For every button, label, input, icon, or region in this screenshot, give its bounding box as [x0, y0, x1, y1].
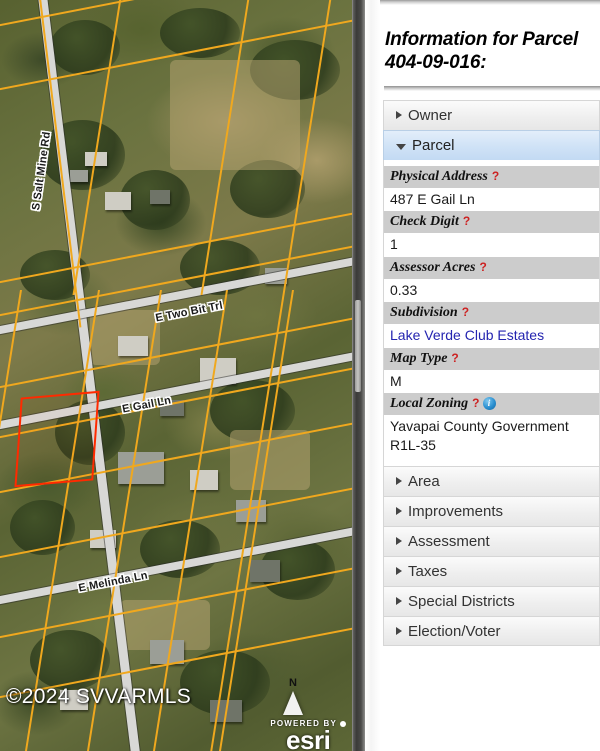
building-footprint [70, 170, 88, 182]
building-footprint [250, 560, 280, 582]
field-label-map-type: Map Type? [384, 347, 599, 370]
panel-top-shadow [380, 0, 600, 5]
accordion-label-area: Area [408, 472, 440, 490]
field-value-map-type: M [390, 372, 402, 389]
chevron-right-icon [396, 476, 402, 485]
field-value-check-digit: 1 [390, 236, 398, 253]
chevron-right-icon [396, 506, 402, 515]
page-title: Information for Parcel 404-09-016: [385, 29, 579, 74]
help-icon[interactable]: ? [479, 259, 486, 276]
esri-logo-text: esri [286, 725, 331, 751]
building-footprint [118, 336, 148, 356]
chevron-right-icon [396, 536, 402, 545]
panel-gutter [365, 0, 380, 751]
north-arrow-label: N [289, 677, 297, 689]
accordion-header-area[interactable]: Area [383, 465, 600, 496]
north-arrow-icon: N [280, 673, 306, 715]
aerial-map-pane[interactable]: S Salt Mine Rd E Two Bit Trl E Gail Ln E… [0, 0, 352, 751]
accordion-header-taxes[interactable]: Taxes [383, 555, 600, 586]
field-label-local-zoning: Local Zoning? i [384, 393, 599, 416]
scrollbar-thumb[interactable] [355, 300, 361, 392]
label-text: Subdivision [390, 305, 458, 321]
parcel-information-panel: Information for Parcel 404-09-016: Owner… [380, 0, 600, 751]
accordion-label-assessment: Assessment [408, 532, 490, 550]
accordion-header-parcel[interactable]: Parcel [383, 130, 600, 160]
help-icon[interactable]: ? [462, 304, 469, 321]
esri-dot-icon [340, 721, 346, 728]
accordion-header-improvements[interactable]: Improvements [383, 495, 600, 526]
help-icon[interactable]: ? [463, 213, 470, 230]
title-underline-divider [384, 86, 600, 91]
field-value-assessor-acres: 0.33 [390, 281, 418, 298]
label-text: Assessor Acres [390, 259, 476, 275]
chevron-right-icon [396, 626, 402, 635]
esri-attribution-badge[interactable]: POWERED BY esri [270, 719, 346, 751]
chevron-right-icon [396, 566, 402, 575]
north-arrow-triangle [283, 691, 303, 715]
field-label-physical-address: Physical Address? [384, 166, 599, 188]
info-link-icon[interactable]: i [482, 396, 496, 410]
accordion-header-owner[interactable]: Owner [383, 100, 600, 130]
accordion-body-parcel: Physical Address? 487 E Gail Ln Check Di… [383, 160, 600, 466]
chevron-right-icon [396, 596, 402, 605]
field-label-check-digit: Check Digit? [384, 211, 599, 234]
label-text: Map Type [390, 350, 448, 366]
accordion-label-owner: Owner [408, 107, 453, 124]
help-icon[interactable]: ? [451, 350, 458, 367]
label-text: Check Digit [390, 214, 459, 230]
accordion-label-taxes: Taxes [408, 562, 448, 580]
help-icon[interactable]: ? [472, 395, 479, 412]
field-value-physical-address: 487 E Gail Ln [390, 190, 475, 207]
field-value-local-zoning: Yavapai County Government R1L-35 [390, 418, 569, 453]
label-text: Physical Address [390, 169, 488, 184]
accordion-label-special-districts: Special Districts [408, 592, 515, 610]
parcel-accordion: Owner Parcel Physical Address? 487 E Gai… [383, 100, 600, 646]
help-icon[interactable]: ? [492, 168, 499, 185]
map-vertical-scrollbar[interactable] [352, 0, 365, 751]
field-value-subdivision-link[interactable]: Lake Verde Club Estates [384, 324, 599, 348]
accordion-label-parcel: Parcel [412, 137, 455, 154]
field-label-assessor-acres: Assessor Acres? [384, 256, 599, 279]
field-label-subdivision: Subdivision? [384, 302, 599, 325]
accordion-label-improvements: Improvements [408, 502, 504, 520]
label-text: Local Zoning [390, 396, 469, 412]
building-footprint [105, 192, 131, 210]
accordion-header-election-voter[interactable]: Election/Voter [383, 615, 600, 646]
accordion-header-special-districts[interactable]: Special Districts [383, 585, 600, 616]
subject-parcel-highlight[interactable] [14, 390, 100, 488]
parcel-viewer-screen: S Salt Mine Rd E Two Bit Trl E Gail Ln E… [0, 0, 600, 751]
chevron-right-icon [396, 111, 402, 120]
mls-copyright-watermark: ©2024 SVVARMLS [6, 685, 192, 708]
building-footprint [150, 190, 170, 204]
accordion-label-election-voter: Election/Voter [408, 622, 501, 640]
chevron-down-icon [396, 144, 406, 151]
accordion-header-assessment[interactable]: Assessment [383, 525, 600, 556]
